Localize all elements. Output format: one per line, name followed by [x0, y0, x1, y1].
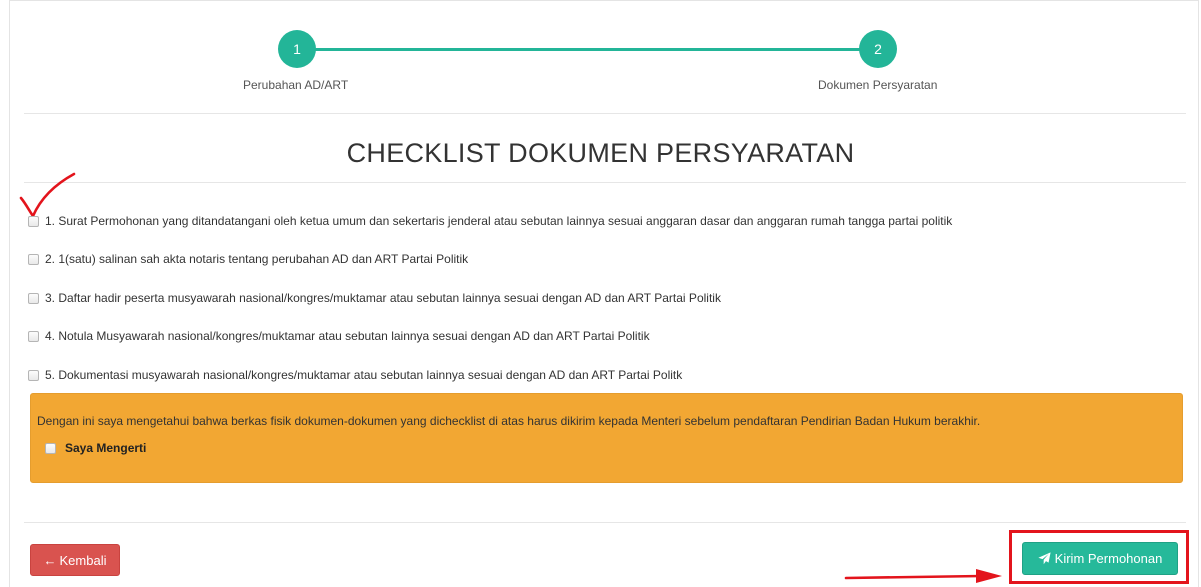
- checklist-item-label: 2. 1(satu) salinan sah akta notaris tent…: [45, 252, 469, 266]
- checklist-item[interactable]: 1. Surat Permohonan yang ditandatangani …: [28, 214, 952, 228]
- divider: [24, 522, 1186, 523]
- checklist-item-label: 4. Notula Musyawarah nasional/kongres/mu…: [45, 329, 650, 343]
- checklist-item[interactable]: 2. 1(satu) salinan sah akta notaris tent…: [28, 252, 468, 266]
- agree-checkbox-row[interactable]: Saya Mengerti: [45, 441, 146, 455]
- step-2-label: Dokumen Persyaratan: [818, 78, 938, 92]
- warning-notice: Dengan ini saya mengetahui bahwa berkas …: [30, 393, 1183, 483]
- checklist-item[interactable]: 4. Notula Musyawarah nasional/kongres/mu…: [28, 329, 650, 343]
- checkbox[interactable]: [28, 215, 39, 227]
- agree-checkbox[interactable]: [45, 442, 56, 454]
- divider: [24, 113, 1186, 114]
- checklist-item[interactable]: 3. Daftar hadir peserta musyawarah nasio…: [28, 291, 721, 305]
- highlight-box-annotation: [1009, 530, 1189, 584]
- back-button[interactable]: ← Kembali: [30, 544, 120, 576]
- checkbox[interactable]: [28, 369, 39, 381]
- arrow-left-icon: ←: [43, 552, 57, 568]
- step-1-label: Perubahan AD/ART: [243, 78, 349, 92]
- notice-text: Dengan ini saya mengetahui bahwa berkas …: [37, 414, 981, 428]
- back-button-label: Kembali: [59, 552, 107, 568]
- stepper-progress-line: [296, 48, 878, 51]
- checkbox[interactable]: [28, 330, 39, 342]
- page-title: CHECKLIST DOKUMEN PERSYARATAN: [346, 138, 855, 168]
- arrow-right-annotation: [844, 569, 1002, 583]
- checklist-item-label: 3. Daftar hadir peserta musyawarah nasio…: [45, 291, 721, 305]
- checklist-item-label: 5. Dokumentasi musyawarah nasional/kongr…: [45, 368, 683, 382]
- checklist-item[interactable]: 5. Dokumentasi musyawarah nasional/kongr…: [28, 368, 682, 382]
- agree-label: Saya Mengerti: [65, 441, 147, 455]
- checkbox[interactable]: [28, 253, 39, 265]
- step-1-circle[interactable]: 1: [278, 30, 316, 68]
- step-2-circle[interactable]: 2: [859, 30, 897, 68]
- divider: [24, 182, 1186, 183]
- checkbox[interactable]: [28, 292, 39, 304]
- checklist-item-label: 1. Surat Permohonan yang ditandatangani …: [45, 214, 953, 228]
